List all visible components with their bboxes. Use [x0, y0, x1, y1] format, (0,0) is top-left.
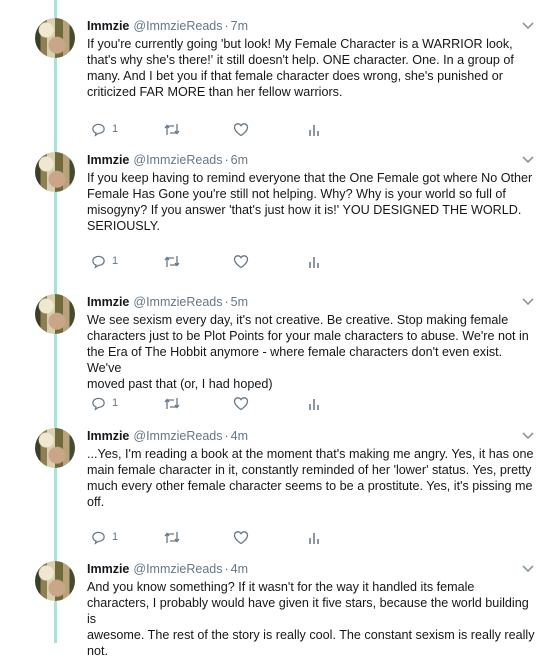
heart-icon: [233, 530, 249, 544]
avatar[interactable]: [35, 561, 75, 601]
author-handle[interactable]: @ImmzieReads: [133, 562, 222, 576]
analytics-icon: [309, 398, 319, 410]
retweet-button[interactable]: [163, 528, 181, 546]
tweet-actions: 1: [87, 528, 387, 548]
analytics-button[interactable]: [307, 252, 321, 270]
retweet-icon: [164, 531, 180, 543]
tweet-header: Immzie @ImmzieReads · 4m: [87, 429, 249, 443]
retweet-button[interactable]: [163, 394, 181, 412]
tweet-time[interactable]: 7m: [231, 19, 248, 33]
analytics-button[interactable]: [307, 120, 321, 138]
tweet-text: If you're currently going 'but look! My …: [87, 37, 514, 99]
chevron-down-icon[interactable]: [521, 561, 535, 575]
retweet-button[interactable]: [163, 120, 181, 138]
analytics-button[interactable]: [307, 528, 321, 546]
author-name[interactable]: Immzie: [87, 429, 129, 443]
reply-button[interactable]: 1: [91, 528, 118, 546]
tweet-actions: 1: [87, 252, 387, 272]
avatar[interactable]: [35, 294, 75, 334]
analytics-icon: [309, 532, 319, 544]
retweet-icon: [164, 255, 180, 267]
tweet-text: We see sexism every day, it's not creati…: [87, 313, 529, 391]
avatar[interactable]: [35, 152, 75, 192]
chevron-down-icon[interactable]: [521, 428, 535, 442]
heart-icon: [233, 122, 249, 136]
tweet-time[interactable]: 4m: [231, 429, 248, 443]
analytics-icon: [309, 124, 319, 136]
reply-count: 1: [112, 397, 119, 409]
avatar[interactable]: [35, 428, 75, 468]
like-button[interactable]: [233, 528, 249, 546]
tweet-time[interactable]: 4m: [231, 562, 248, 576]
author-handle[interactable]: @ImmzieReads: [133, 19, 222, 33]
reply-count: 1: [112, 531, 119, 543]
tweet-time[interactable]: 6m: [231, 153, 248, 167]
reply-icon: [92, 255, 105, 269]
tweet-time[interactable]: 5m: [231, 295, 248, 309]
heart-icon: [233, 396, 249, 410]
like-button[interactable]: [233, 252, 249, 270]
chevron-down-icon[interactable]: [521, 294, 535, 308]
author-name[interactable]: Immzie: [87, 153, 129, 167]
retweet-icon: [164, 397, 180, 409]
author-name[interactable]: Immzie: [87, 295, 129, 309]
avatar[interactable]: [35, 18, 75, 58]
author-handle[interactable]: @ImmzieReads: [133, 429, 222, 443]
tweet-header: Immzie @ImmzieReads · 4m: [87, 562, 249, 576]
reply-icon: [92, 531, 105, 545]
tweet-header: Immzie @ImmzieReads · 5m: [87, 295, 249, 309]
tweet-header: Immzie @ImmzieReads · 7m: [87, 19, 249, 33]
reply-count: 1: [112, 123, 119, 135]
author-name[interactable]: Immzie: [87, 19, 129, 33]
reply-icon: [92, 123, 105, 137]
author-handle[interactable]: @ImmzieReads: [133, 295, 222, 309]
reply-button[interactable]: 1: [91, 252, 118, 270]
reply-button[interactable]: 1: [91, 394, 118, 412]
tweet-header: Immzie @ImmzieReads · 6m: [87, 153, 249, 167]
chevron-down-icon[interactable]: [521, 18, 535, 32]
tweet-text: And you know something? If it wasn't for…: [87, 580, 535, 658]
like-button[interactable]: [233, 120, 249, 138]
like-button[interactable]: [233, 394, 249, 412]
tweet-actions: 1: [87, 394, 387, 414]
author-handle[interactable]: @ImmzieReads: [133, 153, 222, 167]
heart-icon: [233, 254, 249, 268]
chevron-down-icon[interactable]: [521, 152, 535, 166]
analytics-button[interactable]: [307, 394, 321, 412]
retweet-icon: [164, 123, 180, 135]
tweet-actions: 1: [87, 120, 387, 140]
reply-count: 1: [112, 255, 119, 267]
reply-button[interactable]: 1: [91, 120, 118, 138]
retweet-button[interactable]: [163, 252, 181, 270]
tweet-text: ...Yes, I'm reading a book at the moment…: [87, 447, 534, 509]
reply-icon: [92, 397, 105, 411]
tweet-text: If you keep having to remind everyone th…: [87, 171, 533, 233]
analytics-icon: [309, 256, 319, 268]
author-name[interactable]: Immzie: [87, 562, 129, 576]
